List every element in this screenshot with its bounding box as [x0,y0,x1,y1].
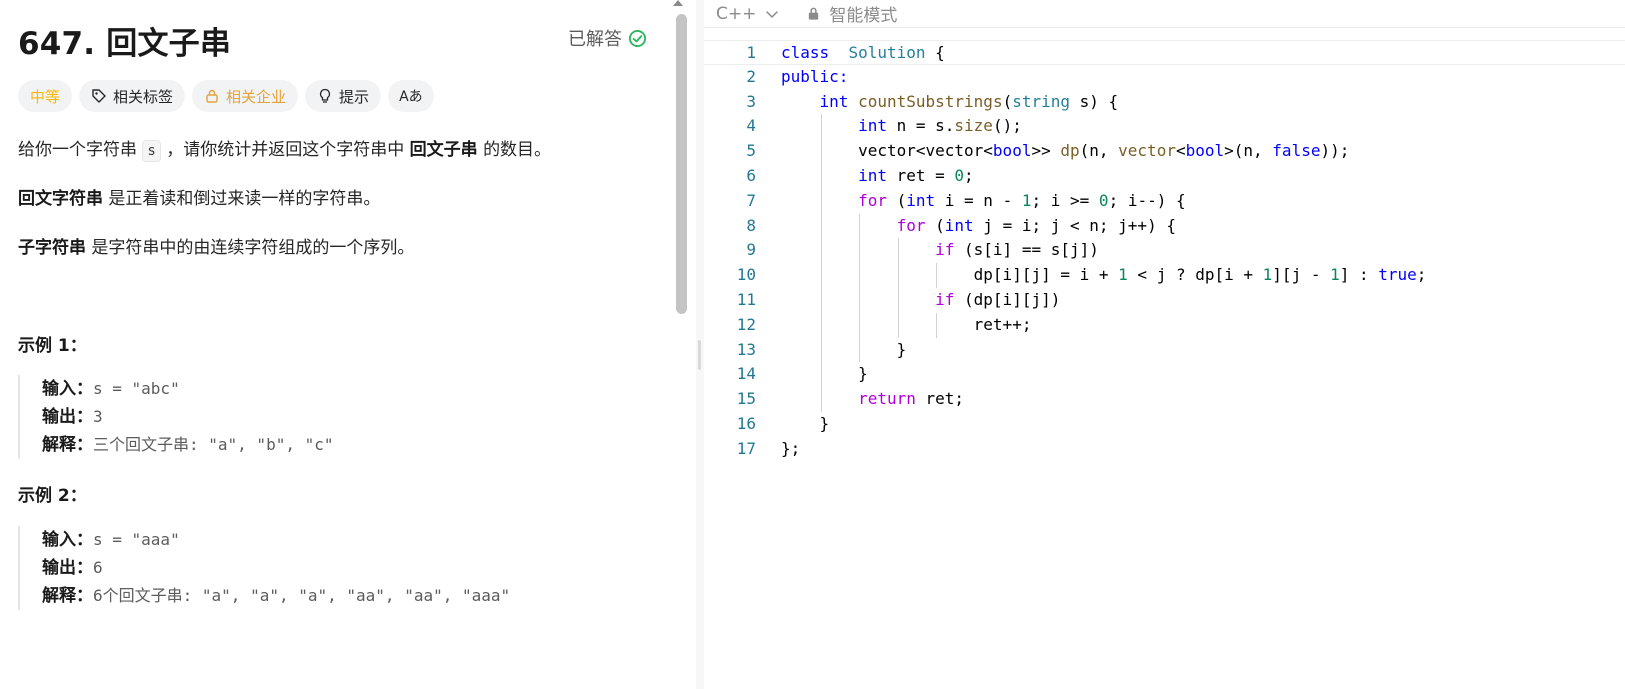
code-line[interactable]: 10 dp[i][j] = i + 1 < j ? dp[i + 1][j - … [704,263,1625,288]
line-number: 8 [746,215,756,235]
tag-icon [92,89,106,103]
tag-bar: 中等 相关标签 相关企业 提示 Aあ [18,80,434,112]
example-1-block: 输入：s = "abc" 输出：3 解释：三个回文子串: "a", "b", "… [18,375,334,459]
code-area[interactable]: 1 class Solution { 2 public: 3 int countSubs… [704,40,1625,462]
solved-status: 已解答 [568,25,647,51]
problem-title: 647. 回文子串 [18,26,232,62]
editor-toolbar: C++ 智能模式 [704,0,1625,28]
example-1-output: 3 [93,407,103,426]
code-text: } [781,364,868,384]
description-paragraph-2: 回文字符串 是正着读和倒过来读一样的字符串。 [18,189,381,209]
example-2-explanation: 6个回文子串: "a", "a", "a", "aa", "aa", "aaa" [93,586,511,605]
code-text: if (s[i] == s[j]) [935,240,1099,260]
check-circle-icon [628,29,647,47]
problem-panel: 647. 回文子串 已解答 中等 相关标签 相关企业 提示 Aあ 给你一个字符串… [0,0,668,689]
related-tags-label: 相关标签 [113,87,174,106]
line-number: 2 [746,66,756,86]
code-text: return ret; [858,389,965,409]
line-number: 14 [736,364,756,384]
example-1-explanation: 三个回文子串: "a", "b", "c" [93,435,334,454]
line-number: 11 [736,289,756,309]
splitter-handle[interactable] [698,340,701,370]
line-number: 6 [746,165,756,185]
code-text: public: [781,66,849,86]
code-text: int n = s.size(); [858,116,1022,136]
example-2-title: 示例 2： [18,486,87,506]
language-label: C++ [716,3,757,24]
chevron-down-icon [766,10,779,18]
line-number: 9 [746,240,756,260]
code-line[interactable]: 7 for (int i = n - 1; i >= 0; i--) { [704,188,1625,214]
code-line[interactable]: 4 int n = s.size(); [704,114,1625,140]
description-paragraph-1: 给你一个字符串 s ，请你统计并返回这个字符串中 回文子串 的数目。 [18,140,552,162]
code-line[interactable]: 17}; [704,437,1625,462]
code-line[interactable]: 6 int ret = 0; [704,163,1625,189]
code-text: vector<vector<bool>> dp(n, vector<bool>(… [781,141,1350,161]
hint-button[interactable]: 提示 [305,80,382,112]
lightbulb-icon [319,88,331,103]
code-line[interactable]: 12 ret++; [704,312,1625,338]
translate-icon: Aあ [399,89,423,105]
code-text: ret++; [781,314,1032,334]
code-line[interactable]: 9 if (s[i] == s[j]) [704,238,1625,264]
line-number: 5 [746,141,756,161]
line-number: 13 [736,339,756,359]
code-line[interactable]: 13 } [704,337,1625,363]
scrollbar-thumb[interactable] [676,14,687,314]
code-text: dp[i][j] = i + 1 < j ? dp[i + 1][j - 1] … [781,265,1427,285]
line-number: 12 [736,314,756,334]
code-text: class Solution { [781,43,945,62]
scroll-up-arrow-icon[interactable] [673,0,683,6]
code-text: for (int i = n - 1; i >= 0; i--) { [858,190,1186,210]
smart-mode-label: 智能模式 [829,6,898,26]
translate-button[interactable]: Aあ [388,80,434,112]
line-number: 16 [736,413,756,433]
line-number: 7 [746,190,756,210]
code-line[interactable]: 15 return ret; [704,387,1625,412]
code-text: } [781,339,907,359]
difficulty-tag[interactable]: 中等 [18,80,73,112]
code-line[interactable]: 1 class Solution { [704,40,1625,65]
code-line[interactable]: 3 int countSubstrings(string s) { [704,90,1625,115]
hint-label: 提示 [339,87,370,106]
code-editor[interactable]: C++ 智能模式 1 class Solution { 2 public: 3 int … [704,0,1625,689]
related-companies-button[interactable]: 相关企业 [192,80,299,112]
code-line[interactable]: 8 for (int j = i; j < n; j++) { [704,213,1625,239]
related-tags-button[interactable]: 相关标签 [79,80,186,112]
line-number: 15 [736,389,756,409]
code-text: } [781,413,830,433]
code-text: int countSubstrings(string s) { [819,91,1119,111]
code-line[interactable]: 11 if (dp[i][j]) [704,287,1625,313]
line-number: 4 [746,116,756,136]
smart-mode[interactable]: 智能模式 [806,1,897,26]
code-line[interactable]: 16 } [704,412,1625,437]
difficulty-label: 中等 [30,87,61,106]
example-2-block: 输入：s = "aaa" 输出：6 解释：6个回文子串: "a", "a", "… [18,526,510,610]
language-selector[interactable]: C++ [716,4,780,24]
code-line[interactable]: 14 } [704,362,1625,388]
line-number: 3 [746,91,756,111]
code-text: if (dp[i][j]) [935,289,1061,309]
description-paragraph-3: 子字符串 是字符串中的由连续字符组成的一个序列。 [18,238,415,258]
code-text: int ret = 0; [858,165,974,185]
example-1-input: s = "abc" [93,379,180,398]
lock-icon [206,89,218,103]
related-companies-label: 相关企业 [226,87,287,106]
example-1-title: 示例 1： [18,336,87,356]
line-number: 1 [746,43,756,62]
inline-code-s: s [142,140,161,162]
line-number: 10 [736,265,756,285]
solved-label: 已解答 [568,29,622,50]
code-text: for (int j = i; j < n; j++) { [896,215,1176,235]
example-2-output: 6 [93,558,103,577]
example-2-input: s = "aaa" [93,530,180,549]
code-line[interactable]: 2 public: [704,65,1625,90]
code-text: }; [781,438,801,458]
line-number: 17 [736,438,756,458]
lock-icon [809,7,819,20]
code-line[interactable]: 5 vector<vector<bool>> dp(n, vector<bool… [704,139,1625,164]
